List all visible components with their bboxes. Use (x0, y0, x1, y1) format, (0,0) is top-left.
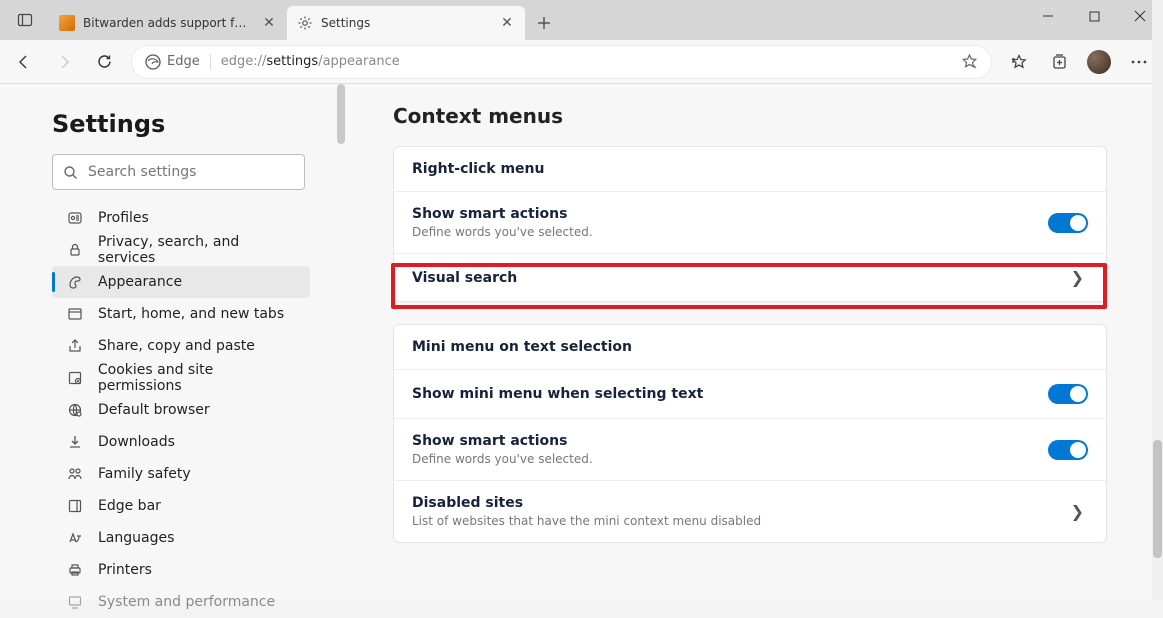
settings-heading: Settings (52, 110, 345, 138)
tab-label: Bitwarden adds support for Simp (83, 16, 253, 30)
forward-button[interactable] (46, 44, 82, 80)
nav-profiles[interactable]: Profiles (52, 202, 310, 234)
nav-default-browser[interactable]: Default browser (52, 394, 310, 426)
close-tab-icon[interactable]: ✕ (499, 15, 515, 31)
search-settings-box[interactable] (52, 154, 305, 190)
window-controls (1025, 0, 1163, 40)
card-header: Mini menu on text selection (394, 325, 1106, 370)
content: Settings Profiles Privacy, search, and s… (0, 84, 1163, 600)
row-show-smart-actions: Show smart actions Define words you've s… (394, 192, 1106, 254)
toggle-smart-actions[interactable] (1048, 213, 1088, 233)
settings-gear-icon (297, 15, 313, 31)
language-icon (66, 529, 84, 547)
sidebar-icon (66, 497, 84, 515)
row-visual-search[interactable]: Visual search ❯ (394, 254, 1106, 301)
nav-edge-bar[interactable]: Edge bar (52, 490, 310, 522)
favicon-bitwarden (59, 15, 75, 31)
nav-cookies[interactable]: Cookies and site permissions (52, 362, 310, 394)
paint-icon (66, 273, 84, 291)
tab-label: Settings (321, 16, 491, 30)
new-tab-button[interactable] (529, 8, 559, 38)
card-mini-menu: Mini menu on text selection Show mini me… (393, 324, 1107, 543)
sidebar-scrollbar[interactable] (337, 84, 345, 600)
search-settings-input[interactable] (88, 164, 294, 180)
nav-privacy[interactable]: Privacy, search, and services (52, 234, 310, 266)
nav-share-copy[interactable]: Share, copy and paste (52, 330, 310, 362)
settings-main: Context menus Right-click menu Show smar… (345, 84, 1163, 600)
nav-printers[interactable]: Printers (52, 554, 310, 586)
profile-button[interactable] (1081, 44, 1117, 80)
window-icon (66, 305, 84, 323)
row-show-mini-menu: Show mini menu when selecting text (394, 370, 1106, 419)
globe-icon (66, 401, 84, 419)
system-icon (66, 593, 84, 611)
tab-strip: Bitwarden adds support for Simp ✕ Settin… (49, 0, 1025, 40)
maximize-button[interactable] (1071, 0, 1117, 32)
settings-sidebar: Settings Profiles Privacy, search, and s… (0, 84, 345, 600)
address-bar[interactable]: Edge edge://settings/appearance (132, 46, 991, 78)
titlebar: Bitwarden adds support for Simp ✕ Settin… (0, 0, 1163, 40)
toggle-mini-menu[interactable] (1048, 384, 1088, 404)
printer-icon (66, 561, 84, 579)
refresh-button[interactable] (86, 44, 122, 80)
tab-actions-button[interactable] (0, 0, 49, 40)
row-disabled-sites[interactable]: Disabled sites List of websites that hav… (394, 481, 1106, 542)
edge-logo-icon (145, 54, 161, 70)
site-identity[interactable]: Edge (145, 54, 211, 70)
nav-start-home[interactable]: Start, home, and new tabs (52, 298, 310, 330)
settings-nav: Profiles Privacy, search, and services A… (52, 202, 310, 618)
card-right-click-menu: Right-click menu Show smart actions Defi… (393, 146, 1107, 302)
collections-button[interactable] (1041, 44, 1077, 80)
search-icon (63, 165, 78, 180)
back-button[interactable] (6, 44, 42, 80)
share-icon (66, 337, 84, 355)
scrollbar-thumb[interactable] (1153, 440, 1162, 558)
tab-bitwarden[interactable]: Bitwarden adds support for Simp ✕ (49, 6, 287, 40)
card-header: Right-click menu (394, 147, 1106, 192)
minimize-button[interactable] (1025, 0, 1071, 32)
main-scrollbar[interactable] (1152, 0, 1163, 600)
row-mini-smart-actions: Show smart actions Define words you've s… (394, 419, 1106, 481)
toggle-mini-smart-actions[interactable] (1048, 440, 1088, 460)
avatar-icon (1087, 50, 1111, 74)
cookie-icon (66, 369, 84, 387)
profile-icon (66, 209, 84, 227)
nav-languages[interactable]: Languages (52, 522, 310, 554)
site-label: Edge (167, 54, 200, 69)
url-text: edge://settings/appearance (221, 54, 951, 69)
nav-appearance[interactable]: Appearance (52, 266, 310, 298)
favorites-button[interactable] (1001, 44, 1037, 80)
close-tab-icon[interactable]: ✕ (261, 15, 277, 31)
tab-settings[interactable]: Settings ✕ (287, 6, 525, 40)
scrollbar-thumb[interactable] (337, 84, 345, 144)
favorite-star-icon[interactable] (961, 53, 978, 70)
nav-system[interactable]: System and performance (52, 586, 310, 618)
nav-downloads[interactable]: Downloads (52, 426, 310, 458)
nav-family[interactable]: Family safety (52, 458, 310, 490)
lock-icon (66, 241, 84, 259)
chevron-right-icon: ❯ (1067, 268, 1088, 287)
download-icon (66, 433, 84, 451)
family-icon (66, 465, 84, 483)
toolbar: Edge edge://settings/appearance (0, 40, 1163, 84)
section-title: Context menus (393, 104, 1107, 128)
chevron-right-icon: ❯ (1067, 502, 1088, 521)
